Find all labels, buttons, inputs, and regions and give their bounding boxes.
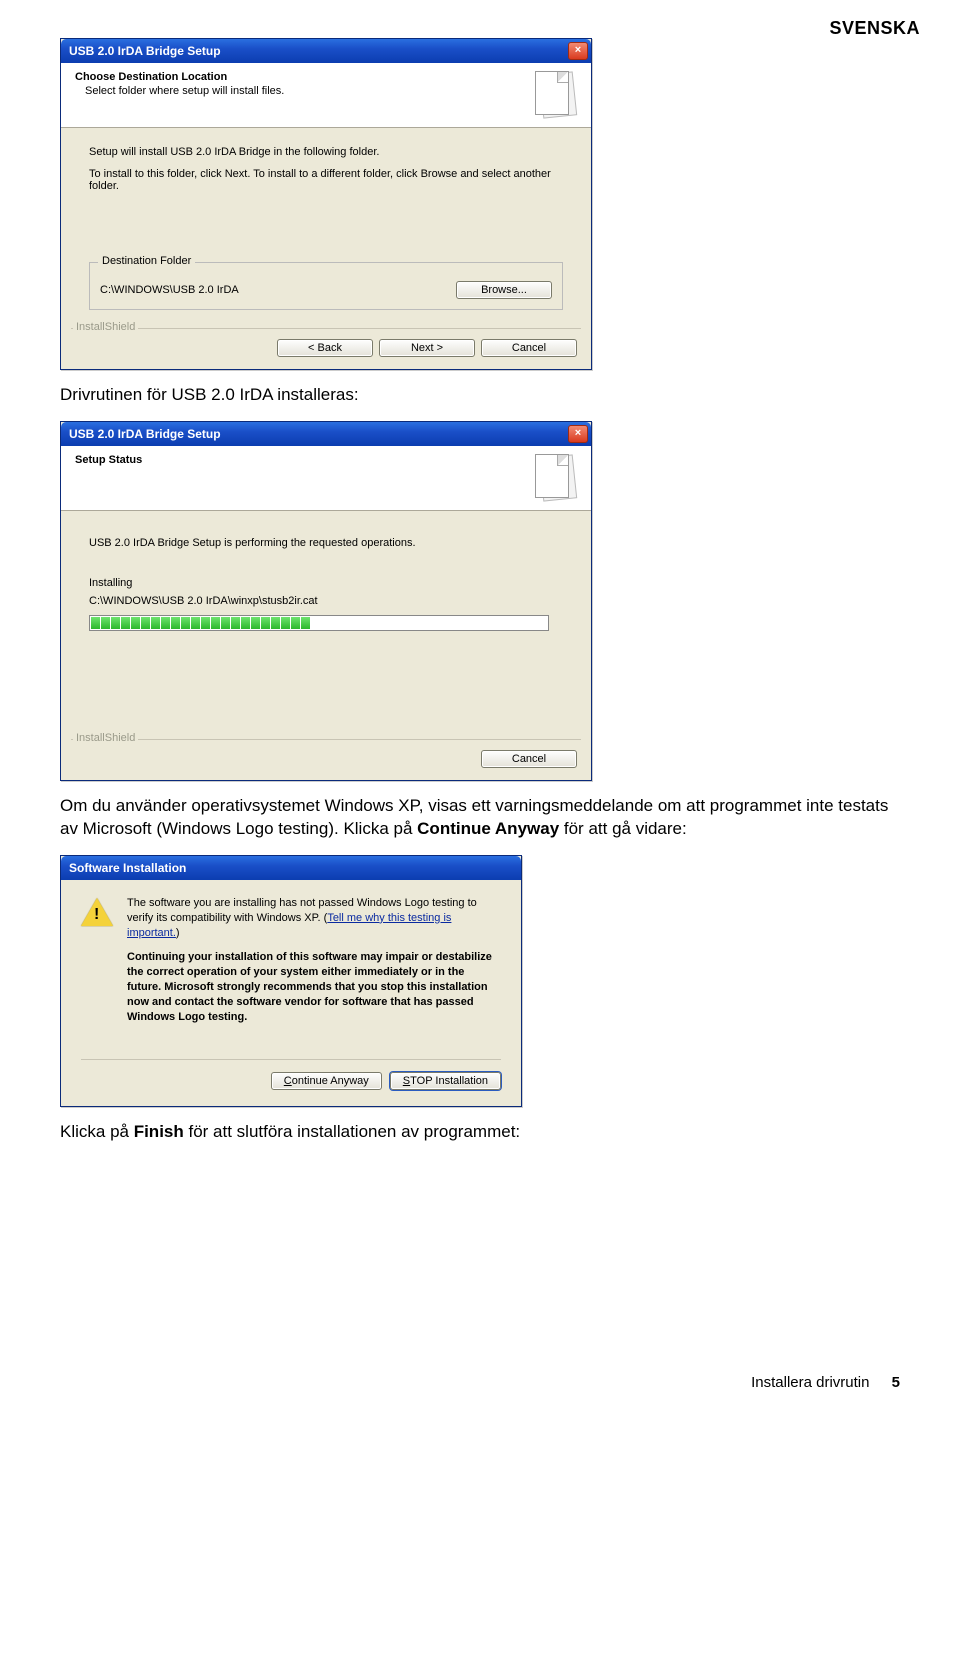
window-title: USB 2.0 IrDA Bridge Setup [69, 44, 221, 58]
continue-anyway-button[interactable]: Continue Anyway [271, 1072, 382, 1090]
back-button[interactable]: < Back [277, 339, 373, 357]
dialog-subheading: Select folder where setup will install f… [85, 85, 284, 97]
dialog-choose-destination: USB 2.0 IrDA Bridge Setup × Choose Desti… [60, 38, 592, 370]
titlebar: USB 2.0 IrDA Bridge Setup × [61, 39, 591, 63]
dialog-body: Setup will install USB 2.0 IrDA Bridge i… [61, 128, 591, 324]
doc-text-finish: Klicka på Finish för att slutföra instal… [60, 1121, 900, 1144]
dialog-footer: Continue Anyway STOP Installation [61, 1060, 521, 1106]
window-title: Software Installation [69, 861, 186, 875]
warning-body: ! The software you are installing has no… [61, 880, 521, 1051]
groupbox-legend: Destination Folder [98, 255, 195, 267]
body-text-1: Setup will install USB 2.0 IrDA Bridge i… [89, 146, 563, 158]
installshield-label: InstallShield [73, 732, 138, 744]
installing-label: Installing [89, 577, 563, 589]
installshield-divider: InstallShield [71, 328, 581, 329]
dialog-setup-status: USB 2.0 IrDA Bridge Setup × Setup Status… [60, 421, 592, 781]
document-icon [535, 71, 581, 117]
dialog-footer: < Back Next > Cancel [61, 329, 591, 369]
next-button[interactable]: Next > [379, 339, 475, 357]
titlebar: USB 2.0 IrDA Bridge Setup × [61, 422, 591, 446]
warning-icon: ! [81, 896, 113, 928]
doc-text-xp-warning: Om du använder operativsystemet Windows … [60, 795, 900, 841]
warning-paragraph-1: The software you are installing has not … [127, 896, 501, 941]
titlebar: Software Installation [61, 856, 521, 880]
doc-text-installing: Drivrutinen för USB 2.0 IrDA installeras… [60, 384, 900, 407]
dialog-footer: Cancel [61, 740, 591, 780]
close-icon[interactable]: × [568, 425, 588, 443]
page-language-label: SVENSKA [829, 18, 920, 39]
installshield-label: InstallShield [73, 321, 138, 333]
dialog-header: Setup Status [61, 446, 591, 511]
page-footer: Installera drivrutin 5 [60, 1374, 900, 1391]
dialog-heading: Choose Destination Location [75, 71, 284, 83]
installing-path: C:\WINDOWS\USB 2.0 IrDA\winxp\stusb2ir.c… [89, 595, 563, 607]
installshield-divider: InstallShield [71, 739, 581, 740]
browse-button[interactable]: Browse... [456, 281, 552, 299]
dialog-heading: Setup Status [75, 454, 142, 466]
destination-folder-group: Destination Folder C:\WINDOWS\USB 2.0 Ir… [89, 262, 563, 310]
close-icon[interactable]: × [568, 42, 588, 60]
body-text-2: To install to this folder, click Next. T… [89, 168, 563, 192]
dialog-header: Choose Destination Location Select folde… [61, 63, 591, 128]
status-text: USB 2.0 IrDA Bridge Setup is performing … [89, 537, 563, 549]
dialog-body: USB 2.0 IrDA Bridge Setup is performing … [61, 511, 591, 735]
window-title: USB 2.0 IrDA Bridge Setup [69, 427, 221, 441]
warning-paragraph-2: Continuing your installation of this sof… [127, 950, 501, 1024]
dialog-software-installation-warning: Software Installation ! The software you… [60, 855, 522, 1107]
page-number: 5 [892, 1374, 900, 1391]
footer-section-label: Installera drivrutin [751, 1374, 869, 1391]
cancel-button[interactable]: Cancel [481, 750, 577, 768]
stop-installation-button[interactable]: STOP Installation [390, 1072, 501, 1090]
progress-bar [89, 615, 549, 631]
document-icon [535, 454, 581, 500]
destination-path: C:\WINDOWS\USB 2.0 IrDA [100, 284, 239, 296]
cancel-button[interactable]: Cancel [481, 339, 577, 357]
